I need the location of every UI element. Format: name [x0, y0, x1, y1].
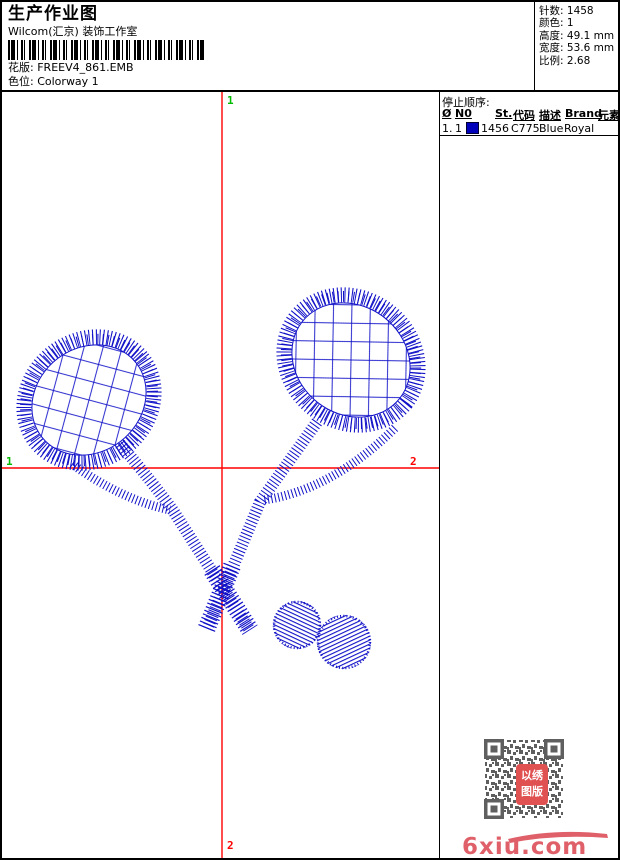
marker-top-1: 1	[227, 94, 234, 107]
colorway-line: 色位: Colorway 1	[8, 75, 534, 89]
header: 生产作业图 Wilcom(汇京) 装饰工作室 花版: FREEV4_861.EM…	[2, 2, 618, 92]
pattern-file-line: 花版: FREEV4_861.EMB	[8, 61, 534, 75]
racket-left	[16, 329, 258, 635]
qr-finder-bottom-left	[484, 799, 504, 819]
stitch-count-label: 针数:	[539, 5, 564, 17]
site-logo: 6xiu.com	[460, 828, 610, 858]
width-label: 宽度:	[539, 42, 564, 55]
color-count-line: 颜色: 1	[539, 17, 618, 29]
seal-text-line1: 以绣	[521, 769, 543, 782]
row-code: C775	[511, 122, 540, 135]
col-diameter: Ø	[442, 107, 452, 120]
col-needle: N0	[455, 107, 472, 120]
width-value: 53.6 mm	[566, 42, 615, 55]
scale-label: 比例:	[539, 54, 564, 67]
row-brand: Royal	[564, 122, 595, 135]
production-worksheet: 生产作业图 Wilcom(汇京) 装饰工作室 花版: FREEV4_861.EM…	[0, 0, 620, 860]
stop-table-header: Ø N0 St. 代码 描述 Brand 元素	[440, 107, 618, 122]
scale-line: 比例: 2.68	[539, 55, 618, 67]
pattern-value: FREEV4_861.EMB	[37, 61, 134, 74]
company-name: Wilcom(汇京) 装饰工作室	[8, 25, 138, 38]
embroidery-design-svg: 1 1 2 2	[2, 92, 439, 858]
design-stats-box: 针数: 1458 颜色: 1 高度: 49.1 mm 宽度: 53.6 mm 比…	[534, 2, 618, 90]
table-row: 1. 1 1456 C775 Blue Royal	[440, 121, 618, 136]
barcode	[8, 40, 204, 60]
right-column: 停止顺序: Ø N0 St. 代码 描述 Brand 元素 1. 1 1456 …	[440, 92, 618, 858]
racket-right	[197, 287, 426, 634]
marker-right-2: 2	[410, 455, 417, 468]
color-count-label: 颜色:	[539, 17, 564, 30]
scale-value: 2.68	[566, 54, 591, 67]
body: 1 1 2 2 停止顺序: Ø N0 St. 代码 描述 Brand 元素 1.	[2, 92, 618, 858]
colorway-label: 色位:	[8, 74, 34, 88]
tennis-ball	[272, 600, 372, 670]
col-brand: Brand	[565, 107, 602, 120]
qr-code: 以绣 图版	[483, 738, 565, 820]
thread-color-swatch	[466, 122, 479, 134]
site-logo-text: 6xiu.com	[462, 834, 587, 858]
seal-text-line2: 图版	[521, 785, 543, 798]
marker-left-1: 1	[6, 455, 13, 468]
width-line: 宽度: 53.6 mm	[539, 42, 618, 54]
pattern-label: 花版:	[8, 61, 34, 74]
qr-finder-top-left	[484, 739, 504, 759]
height-label: 高度:	[539, 29, 564, 42]
header-left: 生产作业图 Wilcom(汇京) 装饰工作室 花版: FREEV4_861.EM…	[2, 2, 534, 90]
row-description: Blue	[539, 122, 564, 135]
row-stitches: 1456	[481, 122, 509, 135]
stitch-count-value: 1458	[566, 5, 594, 17]
row-needle: 1	[455, 122, 462, 135]
height-value: 49.1 mm	[566, 29, 615, 42]
stitch-count-line: 针数: 1458	[539, 5, 618, 17]
qr-finder-top-right	[544, 739, 564, 759]
colorway-value: Colorway 1	[37, 74, 99, 88]
row-seq: 1.	[442, 122, 453, 135]
red-seal: 以绣 图版	[516, 764, 548, 805]
marker-bottom-2: 2	[227, 839, 234, 852]
color-count-value: 1	[566, 17, 574, 30]
col-stitches: St.	[495, 107, 513, 120]
site-logo-svg: 6xiu.com	[462, 831, 608, 858]
design-canvas: 1 1 2 2	[2, 92, 440, 858]
page-title: 生产作业图	[8, 4, 98, 24]
height-line: 高度: 49.1 mm	[539, 30, 618, 42]
